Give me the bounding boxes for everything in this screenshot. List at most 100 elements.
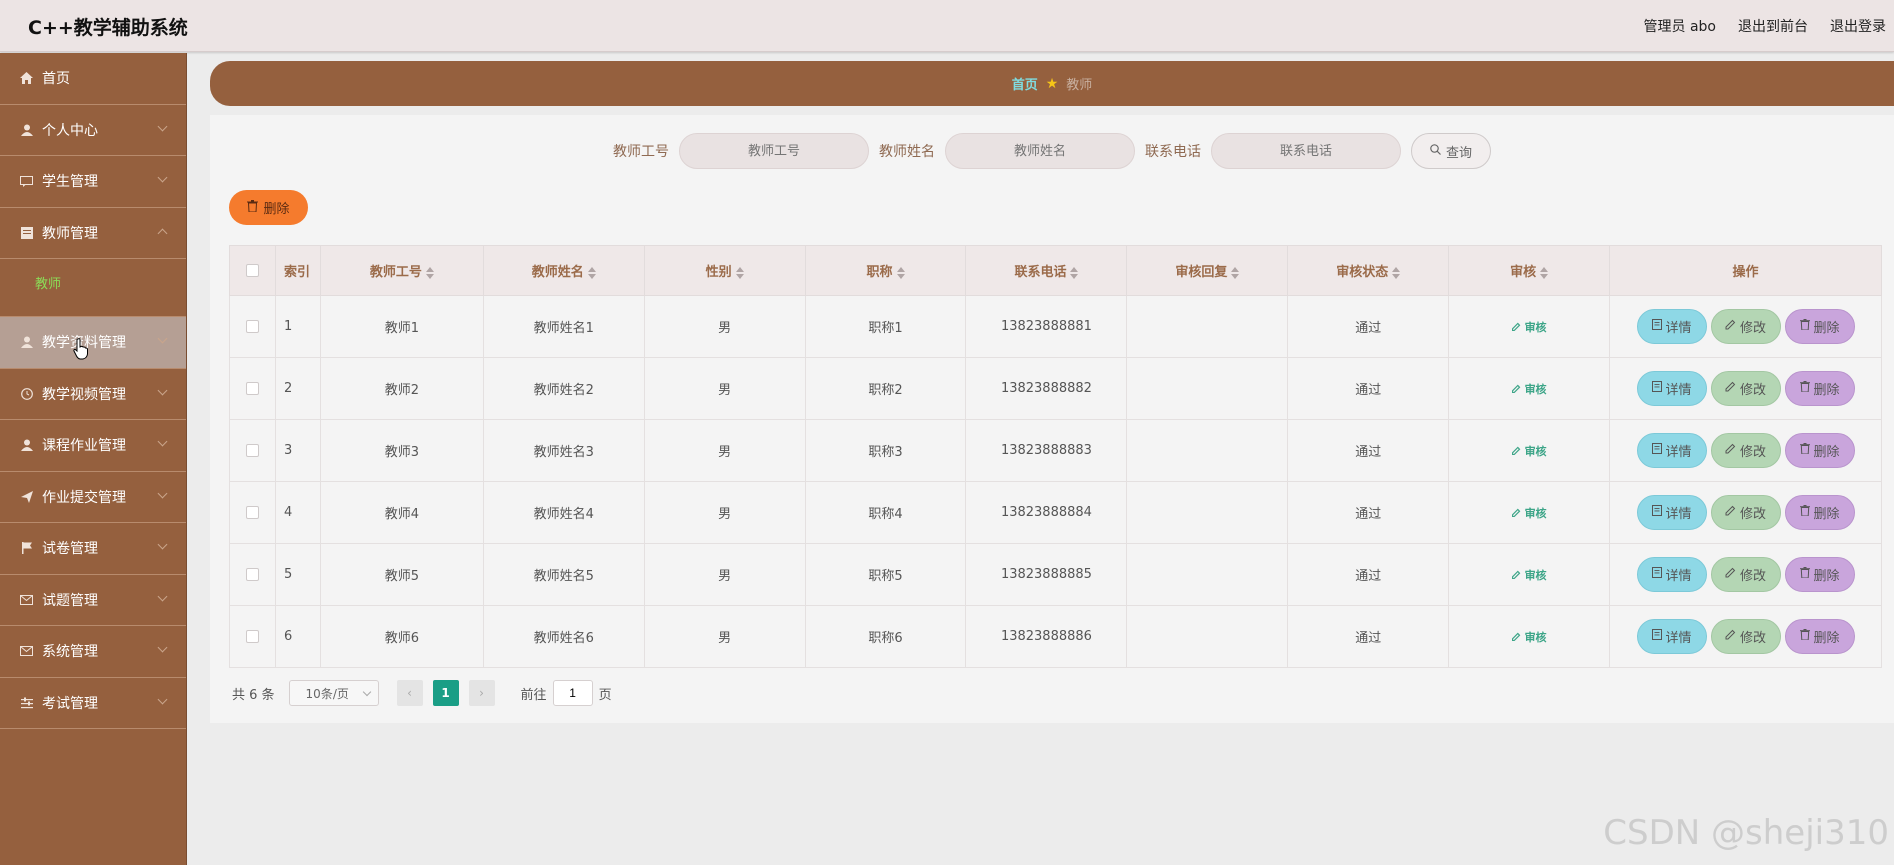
- row-checkbox[interactable]: [245, 506, 259, 519]
- send-icon: [20, 490, 33, 503]
- sort-icon[interactable]: [896, 266, 905, 279]
- audit-link[interactable]: 审核: [1511, 445, 1547, 458]
- bulk-delete-button[interactable]: 删除: [229, 190, 308, 225]
- audit-link[interactable]: 审核: [1511, 321, 1547, 334]
- select-all-cell: [229, 245, 276, 296]
- cell-audit-reply: [1126, 481, 1289, 544]
- document-icon: [1651, 505, 1662, 520]
- audit-link[interactable]: 审核: [1511, 383, 1547, 396]
- audit-link[interactable]: 审核: [1511, 507, 1547, 520]
- sidebar-item-exams[interactable]: 考试管理: [0, 678, 186, 729]
- select-all-checkbox[interactable]: [245, 264, 259, 277]
- teacher-table: 索引 教师工号 教师姓名 性别 职称 联系电话 审核回复 审核状态 审核 操作 …: [229, 245, 1882, 668]
- header-label: 审核状态: [1336, 265, 1389, 280]
- header-title[interactable]: 职称: [804, 245, 967, 296]
- page-size-select[interactable]: 10条/页: [288, 680, 379, 706]
- phone-label: 联系电话: [1145, 144, 1201, 160]
- search-button[interactable]: 查询: [1411, 133, 1491, 169]
- edit-button[interactable]: 修改: [1710, 371, 1781, 406]
- header-audit-status[interactable]: 审核状态: [1287, 245, 1450, 296]
- cell-phone: 13823888881: [965, 295, 1128, 358]
- delete-button[interactable]: 删除: [1784, 495, 1855, 530]
- sort-icon[interactable]: [587, 266, 596, 279]
- table-row: 2 教师2 教师姓名2 男职称2 13823888882 通过 审核 详情 修改 删除: [229, 357, 1882, 420]
- header-gender[interactable]: 性别: [643, 245, 806, 296]
- phone-input[interactable]: [1211, 133, 1401, 169]
- mail-icon: [20, 593, 33, 606]
- detail-button[interactable]: 详情: [1636, 371, 1707, 406]
- app-title: C++教学辅助系统: [28, 17, 188, 39]
- header-phone[interactable]: 联系电话: [965, 245, 1128, 296]
- sidebar-item-personal-center[interactable]: 个人中心: [0, 105, 186, 156]
- breadcrumb-home[interactable]: 首页: [1012, 74, 1038, 93]
- delete-button[interactable]: 删除: [1784, 557, 1855, 592]
- delete-button[interactable]: 删除: [1784, 619, 1855, 654]
- sidebar-item-teaching-videos[interactable]: 教学视频管理: [0, 369, 186, 420]
- row-checkbox[interactable]: [245, 444, 259, 457]
- edit-button[interactable]: 修改: [1710, 557, 1781, 592]
- logout-link[interactable]: 退出登录: [1830, 16, 1886, 36]
- teacher-name-input[interactable]: [945, 133, 1135, 169]
- delete-button[interactable]: 删除: [1784, 309, 1855, 344]
- sidebar-item-exam-papers[interactable]: 试卷管理: [0, 523, 186, 575]
- detail-button[interactable]: 详情: [1636, 309, 1707, 344]
- teacher-id-input[interactable]: [679, 133, 869, 169]
- row-checkbox[interactable]: [245, 320, 259, 333]
- sort-icon[interactable]: [1392, 266, 1401, 279]
- delete-button[interactable]: 删除: [1784, 433, 1855, 468]
- detail-button[interactable]: 详情: [1636, 619, 1707, 654]
- goto-page-input[interactable]: [552, 680, 593, 706]
- pen-icon: [1511, 383, 1521, 396]
- audit-link[interactable]: 审核: [1511, 569, 1547, 582]
- row-checkbox[interactable]: [245, 382, 259, 395]
- edit-button[interactable]: 修改: [1710, 433, 1781, 468]
- sidebar-item-label: 系统管理: [42, 644, 98, 661]
- row-select-cell: [229, 419, 276, 482]
- cell-phone: 13823888883: [965, 419, 1128, 482]
- audit-link[interactable]: 审核: [1511, 631, 1547, 644]
- user-label[interactable]: 管理员 abo: [1644, 16, 1716, 36]
- sort-icon[interactable]: [1231, 266, 1240, 279]
- edit-icon: [1725, 381, 1736, 396]
- page-number-current[interactable]: 1: [432, 680, 459, 706]
- prev-page-button[interactable]: ‹: [396, 680, 423, 706]
- sidebar-item-students[interactable]: 学生管理: [0, 156, 186, 208]
- sidebar-item-home[interactable]: 首页: [0, 53, 186, 105]
- cell-teacher-name: 教师姓名3: [482, 419, 645, 482]
- detail-button[interactable]: 详情: [1636, 495, 1707, 530]
- header-audit[interactable]: 审核: [1448, 245, 1611, 296]
- exit-to-front-link[interactable]: 退出到前台: [1738, 16, 1808, 36]
- edit-button[interactable]: 修改: [1710, 495, 1781, 530]
- edit-button[interactable]: 修改: [1710, 619, 1781, 654]
- page-suffix: 页: [598, 687, 612, 703]
- detail-button[interactable]: 详情: [1636, 433, 1707, 468]
- sidebar-item-teaching-materials[interactable]: 教学资料管理: [0, 317, 186, 369]
- header-teacher-id[interactable]: 教师工号: [319, 245, 484, 296]
- sidebar-item-system[interactable]: 系统管理: [0, 626, 186, 678]
- sort-icon[interactable]: [735, 266, 744, 279]
- header-teacher-name[interactable]: 教师姓名: [482, 245, 645, 296]
- cell-ops: 详情 修改 删除: [1609, 481, 1882, 544]
- teacher-id-label: 教师工号: [613, 144, 669, 160]
- header-audit-reply[interactable]: 审核回复: [1126, 245, 1289, 296]
- sort-icon[interactable]: [1070, 266, 1079, 279]
- next-page-button[interactable]: ›: [468, 680, 495, 706]
- sort-icon[interactable]: [1540, 266, 1549, 279]
- sort-icon[interactable]: [425, 266, 434, 279]
- chevron-down-icon: [362, 687, 371, 696]
- teacher-name-label: 教师姓名: [879, 144, 935, 160]
- row-checkbox[interactable]: [245, 630, 259, 643]
- row-checkbox[interactable]: [245, 568, 259, 581]
- document-icon: [20, 226, 33, 239]
- delete-button[interactable]: 删除: [1784, 371, 1855, 406]
- detail-button[interactable]: 详情: [1636, 557, 1707, 592]
- edit-button[interactable]: 修改: [1710, 309, 1781, 344]
- delete-label: 删除: [1813, 321, 1840, 336]
- sidebar-item-questions[interactable]: 试题管理: [0, 575, 186, 626]
- trash-icon: [1799, 567, 1810, 582]
- submenu-item-teacher[interactable]: 教师: [35, 273, 61, 292]
- sidebar-item-homework-submission[interactable]: 作业提交管理: [0, 472, 186, 523]
- table-row: 3 教师3 教师姓名3 男职称3 13823888883 通过 审核 详情 修改 删除: [229, 419, 1882, 482]
- sidebar-item-course-homework[interactable]: 课程作业管理: [0, 420, 186, 472]
- sidebar-item-teachers[interactable]: 教师管理: [0, 208, 186, 259]
